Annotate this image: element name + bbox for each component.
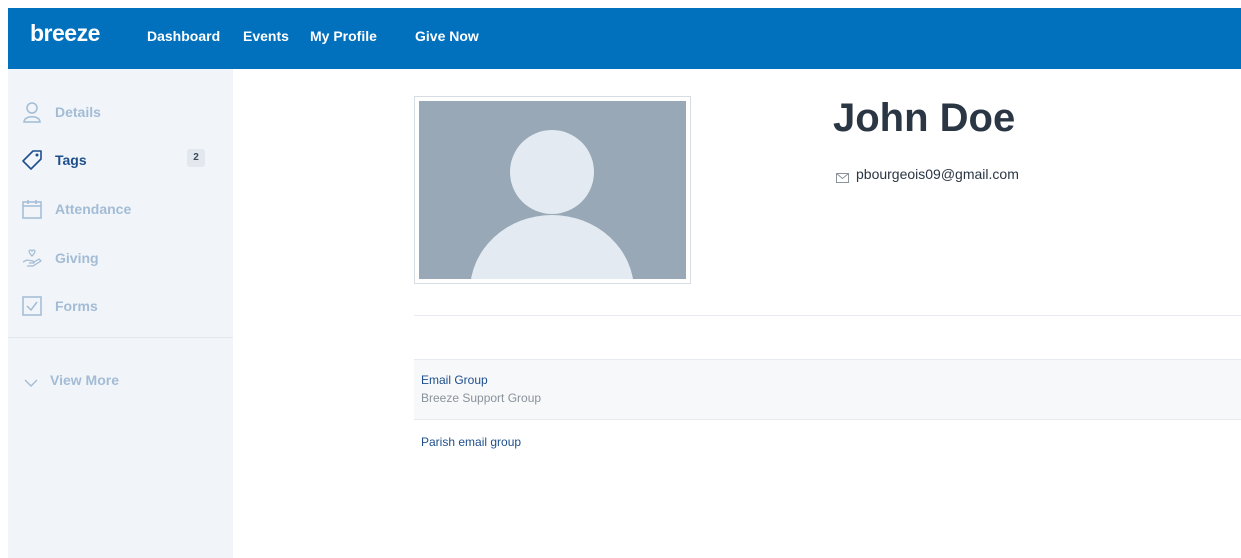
group-title[interactable]: Email Group (421, 373, 488, 387)
sidebar-item-tags[interactable]: Tags 2 (8, 141, 233, 181)
profile-sidebar: Details Tags 2 Attendance Giving Forms V… (8, 69, 233, 558)
sidebar-item-attendance[interactable]: Attendance (8, 190, 233, 230)
calendar-icon (21, 198, 43, 220)
chevron-down-icon (24, 375, 38, 387)
sidebar-item-label: Tags (55, 152, 87, 168)
group-title[interactable]: Parish email group (421, 435, 521, 449)
avatar-placeholder-icon (471, 130, 633, 279)
checkbox-icon (21, 295, 43, 317)
section-divider (414, 315, 1241, 316)
nav-events[interactable]: Events (243, 28, 289, 44)
group-subtitle: Breeze Support Group (421, 391, 542, 405)
tag-icon (21, 149, 43, 171)
sidebar-item-giving[interactable]: Giving (8, 239, 233, 279)
window-frame-top (0, 0, 1241, 8)
email-address[interactable]: pbourgeois09@gmail.com (856, 166, 1019, 182)
nav-my-profile[interactable]: My Profile (310, 28, 377, 44)
sidebar-item-details[interactable]: Details (8, 93, 233, 133)
sidebar-divider (8, 337, 233, 338)
view-more-button[interactable]: View More (8, 367, 233, 397)
sidebar-item-label: Details (55, 104, 101, 120)
sidebar-item-label: Forms (55, 298, 98, 314)
sidebar-item-label: Giving (55, 250, 99, 266)
tags-count-badge: 2 (187, 149, 205, 167)
breeze-logo[interactable]: breeze (30, 20, 100, 47)
list-item: Email Group Breeze Support Group (414, 360, 1241, 419)
sidebar-item-forms[interactable]: Forms (8, 287, 233, 327)
top-navigation-bar: breeze Dashboard Events My Profile Give … (8, 8, 1241, 69)
profile-name: John Doe (833, 96, 1016, 140)
giving-hand-icon (21, 247, 43, 269)
section-divider (414, 419, 1241, 420)
nav-give-now[interactable]: Give Now (415, 28, 479, 44)
envelope-icon (836, 170, 849, 183)
profile-photo-frame (414, 96, 691, 284)
avatar[interactable] (419, 101, 686, 279)
nav-dashboard[interactable]: Dashboard (147, 28, 220, 44)
sidebar-item-label: Attendance (55, 201, 132, 217)
person-icon (21, 101, 43, 123)
view-more-label: View More (50, 372, 119, 388)
window-frame-left (0, 0, 8, 558)
